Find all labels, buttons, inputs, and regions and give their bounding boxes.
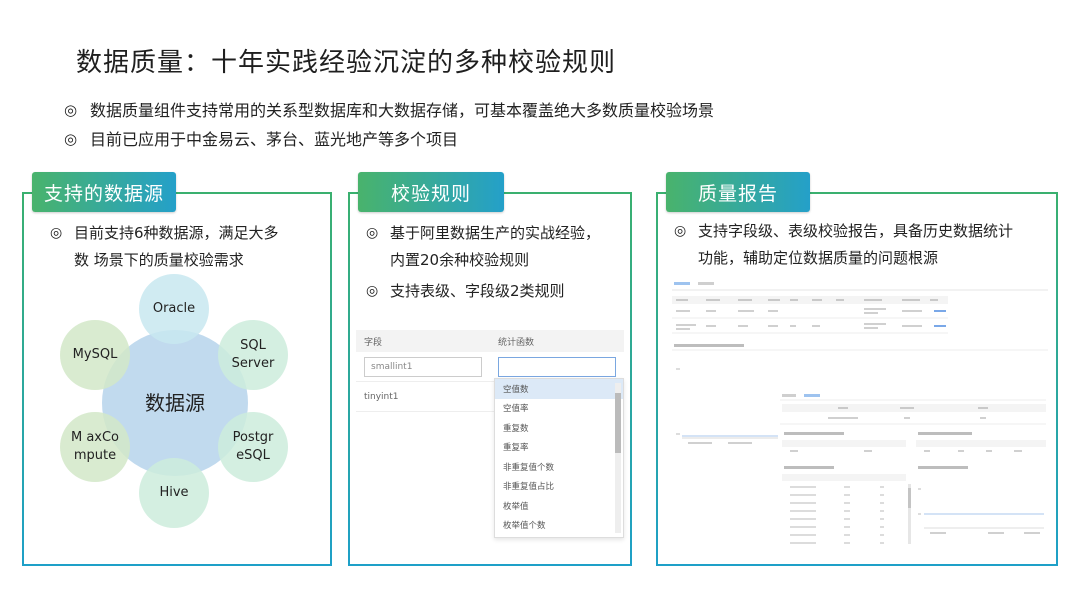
- rules-text1-line2: 内置20余种校验规则: [390, 251, 530, 269]
- rules-tag: 校验规则: [358, 172, 504, 212]
- dropdown-option[interactable]: 非重复值个数: [495, 457, 623, 477]
- dropdown-option[interactable]: 空值数: [495, 379, 623, 399]
- dropdown-option[interactable]: 枚举值: [495, 496, 623, 516]
- datasource-tag: 支持的数据源: [32, 172, 176, 212]
- bullet-mark-icon: ◎: [50, 225, 63, 241]
- field-select[interactable]: smallint1: [364, 356, 482, 377]
- node-maxcompute: M axCo mpute: [60, 412, 130, 482]
- dropdown-option[interactable]: 枚举值个数: [495, 516, 623, 536]
- rules-text1-line1: 基于阿里数据生产的实战经验，: [390, 224, 601, 242]
- bullet-list: ◎ 数据质量组件支持常用的关系型数据库和大数据存储，可基本覆盖绝大多数质量校验场…: [64, 96, 714, 154]
- node-postgresql-line1: Postgr: [232, 430, 274, 445]
- bullet-mark-icon: ◎: [366, 283, 379, 299]
- function-cell: [490, 356, 624, 377]
- field-cell: smallint1: [356, 356, 490, 377]
- bullet-item: ◎ 目前已应用于中金易云、茅台、蓝光地产等多个项目: [64, 125, 714, 154]
- datasource-diagram: 数据源 Oracle SQL Server Postgr eSQL Hive M a…: [22, 270, 332, 540]
- bullet-mark-icon: ◎: [64, 130, 78, 148]
- dropdown-option[interactable]: 重复率: [495, 438, 623, 458]
- dropdown-scroll-thumb[interactable]: [615, 393, 621, 453]
- rules-description: ◎ 基于阿里数据生产的实战经验， 内置20余种校验规则 ◎ 支持表级、字段级2类规则: [366, 220, 628, 305]
- bullet-text: 数据质量组件支持常用的关系型数据库和大数据存储，可基本覆盖绝大多数质量校验场景: [90, 101, 715, 120]
- field-cell: tinyint1: [356, 392, 490, 402]
- report-screenshot-graphic: [672, 282, 1048, 560]
- node-oracle: Oracle: [139, 274, 209, 344]
- report-description: ◎ 支持字段级、表级校验报告，具备历史数据统计 功能，辅助定位数据质量的问题根源: [674, 218, 1054, 272]
- datasource-description: ◎ 目前支持6种数据源，满足大多 数 场景下的质量校验需求: [50, 220, 320, 274]
- node-postgresql-line2: eSQL: [236, 448, 270, 463]
- col-field: 字段: [364, 337, 383, 348]
- node-maxcompute-line1: M axCo: [70, 430, 120, 445]
- report-text-line1: 支持字段级、表级校验报告，具备历史数据统计: [698, 222, 1014, 240]
- node-postgresql: Postgr eSQL: [218, 412, 288, 482]
- node-sqlserver-line1: SQL: [240, 338, 266, 353]
- col-function: 统计函数: [498, 337, 535, 348]
- function-select[interactable]: [498, 356, 616, 377]
- node-sqlserver: SQL Server: [218, 320, 288, 390]
- bullet-mark-icon: ◎: [674, 223, 687, 239]
- node-maxcompute-line2: mpute: [73, 448, 117, 463]
- rules-table-header: 字段 统计函数: [356, 330, 624, 352]
- bullet-mark-icon: ◎: [366, 225, 379, 241]
- report-tag: 质量报告: [666, 172, 810, 212]
- page-title: 数据质量：十年实践经验沉淀的多种校验规则: [76, 48, 617, 78]
- bullet-item: ◎ 数据质量组件支持常用的关系型数据库和大数据存储，可基本覆盖绝大多数质量校验场…: [64, 96, 714, 125]
- field-value: tinyint1: [364, 391, 399, 402]
- node-mysql: MySQL: [60, 320, 130, 390]
- report-text-line2: 功能，辅助定位数据质量的问题根源: [698, 249, 939, 267]
- dropdown-option[interactable]: 重复数: [495, 418, 623, 438]
- rules-text2: 支持表级、字段级2类规则: [390, 282, 565, 300]
- datasource-text-line1: 目前支持6种数据源，满足大多: [74, 224, 279, 242]
- node-sqlserver-line2: Server: [231, 356, 275, 371]
- bullet-text: 目前已应用于中金易云、茅台、蓝光地产等多个项目: [90, 130, 459, 149]
- function-dropdown[interactable]: 空值数 空值率 重复数 重复率 非重复值个数 非重复值占比 枚举值 枚举值个数: [494, 378, 624, 538]
- dropdown-option[interactable]: 空值率: [495, 399, 623, 419]
- report-screenshot: [668, 278, 1052, 560]
- dropdown-option[interactable]: 非重复值占比: [495, 477, 623, 497]
- bullet-mark-icon: ◎: [64, 101, 78, 119]
- node-hive: Hive: [139, 458, 209, 528]
